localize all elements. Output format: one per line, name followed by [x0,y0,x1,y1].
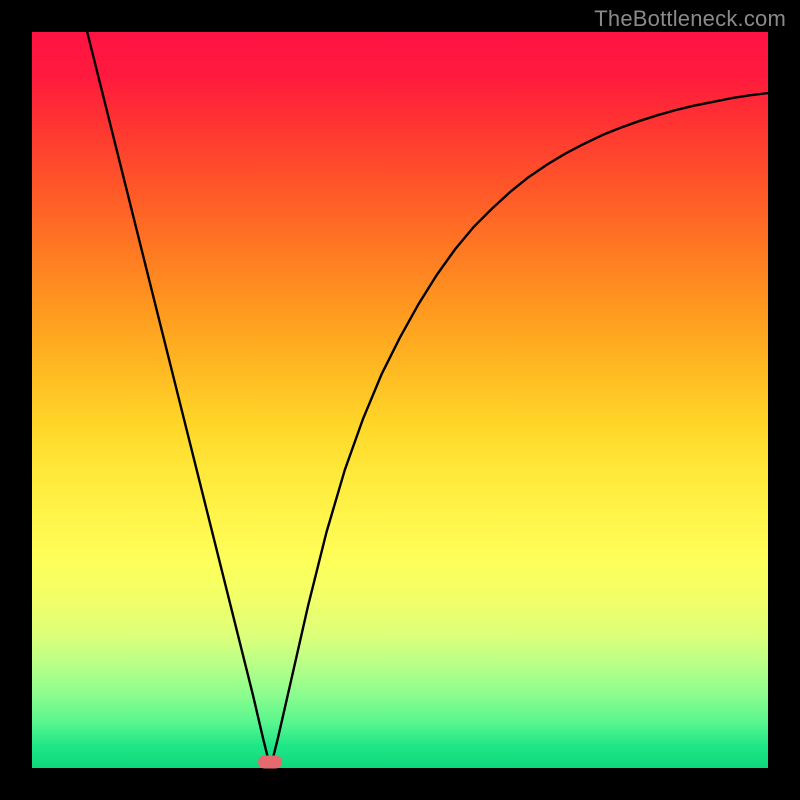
chart-frame: TheBottleneck.com [0,0,800,800]
bottleneck-curve [32,32,768,768]
optimum-marker [258,756,282,769]
plot-area [32,32,768,768]
watermark-text: TheBottleneck.com [594,6,786,32]
